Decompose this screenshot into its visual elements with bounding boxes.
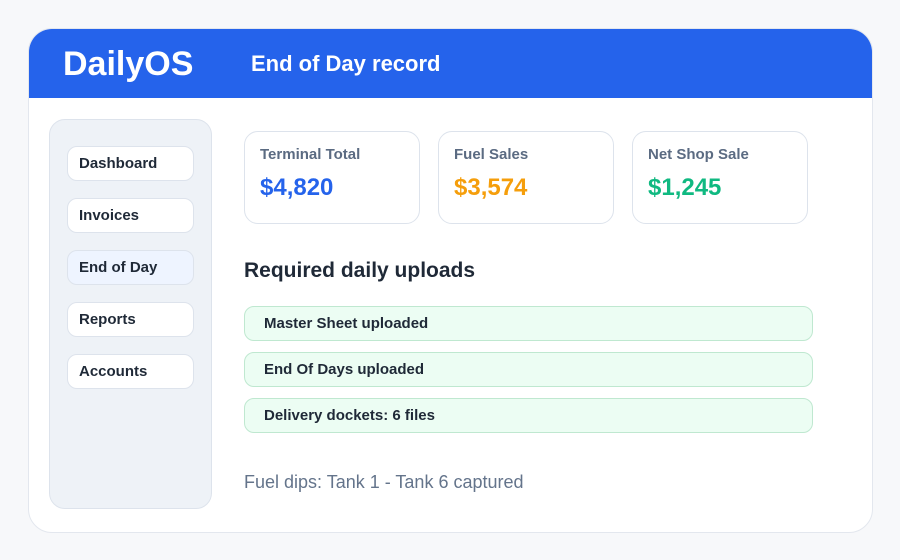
card-value: $3,574 <box>454 174 528 201</box>
card-net-shop-sale: Net Shop Sale $1,245 <box>632 131 808 224</box>
sidebar-item-end-of-day[interactable]: End of Day <box>67 250 194 285</box>
card-label: Fuel Sales <box>454 146 529 163</box>
upload-item-master-sheet: Master Sheet uploaded <box>244 306 813 341</box>
card-fuel-sales: Fuel Sales $3,574 <box>438 131 614 224</box>
page-title: End of Day record <box>251 51 441 76</box>
sidebar-item-invoices[interactable]: Invoices <box>67 198 194 233</box>
sidebar-item-reports[interactable]: Reports <box>67 302 194 337</box>
app-window: DailyOS End of Day record Dashboard Invo… <box>28 28 873 533</box>
card-value: $4,820 <box>260 174 334 201</box>
sidebar-item-dashboard[interactable]: Dashboard <box>67 146 194 181</box>
upload-item-delivery-dockets: Delivery dockets: 6 files <box>244 398 813 433</box>
fuel-dips-status: Fuel dips: Tank 1 - Tank 6 captured <box>244 472 524 492</box>
card-label: Terminal Total <box>260 146 361 163</box>
upload-item-end-of-days: End Of Days uploaded <box>244 352 813 387</box>
app-header: DailyOS End of Day record <box>29 29 872 98</box>
uploads-section-title: Required daily uploads <box>244 259 476 282</box>
card-value: $1,245 <box>648 174 722 201</box>
sidebar-item-accounts[interactable]: Accounts <box>67 354 194 389</box>
brand-logo: DailyOS <box>63 45 194 83</box>
sidebar: Dashboard Invoices End of Day Reports Ac… <box>49 119 212 509</box>
card-label: Net Shop Sale <box>648 146 749 163</box>
card-terminal-total: Terminal Total $4,820 <box>244 131 420 224</box>
